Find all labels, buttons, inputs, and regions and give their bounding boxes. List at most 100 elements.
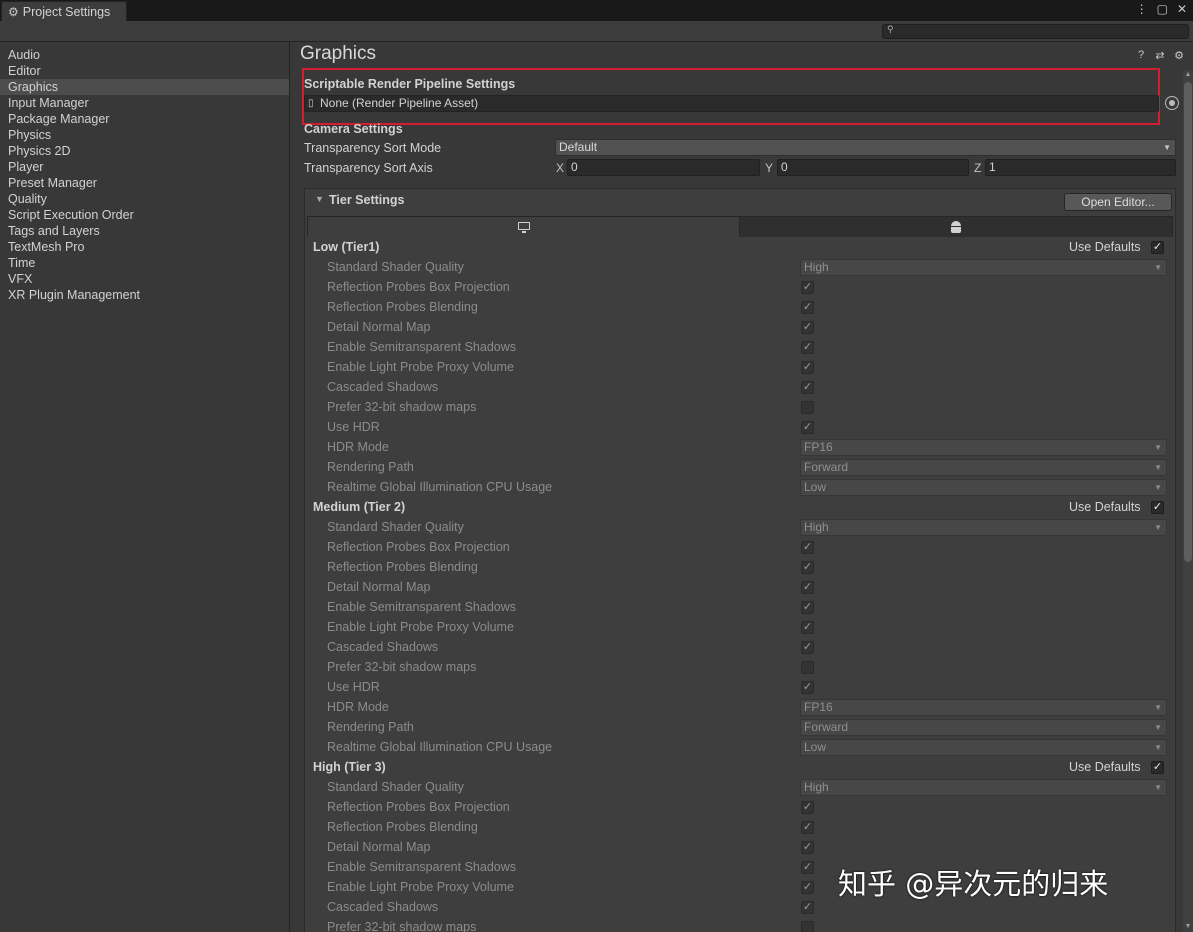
setting-checkbox[interactable]: ✓ (801, 321, 814, 334)
setting-checkbox[interactable]: ✓ (801, 641, 814, 654)
setting-dropdown[interactable]: Low ▼ (800, 739, 1167, 756)
setting-label: Use HDR (327, 420, 380, 434)
sidebar-item-package-manager[interactable]: Package Manager (0, 111, 289, 127)
sort-axis-label: Transparency Sort Axis (304, 161, 433, 175)
setting-checkbox[interactable]: ✓ (801, 801, 814, 814)
search-icon: ⚲ (887, 24, 894, 34)
chevron-down-icon: ▼ (1154, 783, 1162, 792)
sort-mode-dropdown[interactable]: Default ▼ (555, 139, 1176, 156)
sidebar-item-physics[interactable]: Physics (0, 127, 289, 143)
setting-checkbox[interactable]: ✓ (801, 281, 814, 294)
setting-checkbox[interactable]: ✓ (801, 561, 814, 574)
setting-dropdown[interactable]: Forward ▼ (800, 719, 1167, 736)
project-settings-tab[interactable]: ⚙ Project Settings (1, 1, 127, 22)
sidebar-item-player[interactable]: Player (0, 159, 289, 175)
setting-dropdown-value: Low (804, 740, 827, 754)
open-editor-button[interactable]: Open Editor... (1064, 193, 1172, 211)
setting-checkbox[interactable]: ✓ (801, 341, 814, 354)
kebab-menu-icon[interactable]: ⋮ (1136, 2, 1148, 16)
setting-checkbox[interactable]: ✓ (801, 381, 814, 394)
asset-file-icon: ▯ (308, 98, 314, 109)
presets-icon[interactable]: ⇄ (1154, 49, 1166, 62)
setting-dropdown[interactable]: High ▼ (800, 519, 1167, 536)
setting-dropdown[interactable]: Low ▼ (800, 479, 1167, 496)
foldout-arrow-icon[interactable]: ▼ (315, 194, 324, 204)
setting-checkbox[interactable]: ✓ (801, 821, 814, 834)
setting-checkbox[interactable]: ✓ (801, 601, 814, 614)
sidebar-item-preset-manager[interactable]: Preset Manager (0, 175, 289, 191)
setting-label: HDR Mode (327, 440, 389, 454)
sidebar-item-textmesh-pro[interactable]: TextMesh Pro (0, 239, 289, 255)
object-picker-icon[interactable] (1165, 96, 1179, 110)
help-icon[interactable]: ? (1135, 49, 1147, 62)
setting-label: Enable Light Probe Proxy Volume (327, 880, 514, 894)
sidebar-item-editor[interactable]: Editor (0, 63, 289, 79)
sidebar-item-input-manager[interactable]: Input Manager (0, 95, 289, 111)
setting-label: Enable Light Probe Proxy Volume (327, 360, 514, 374)
close-icon[interactable]: ✕ (1177, 2, 1187, 16)
tab-standalone[interactable] (307, 216, 740, 237)
setting-checkbox[interactable] (801, 401, 814, 414)
chevron-down-icon: ▼ (1163, 143, 1171, 152)
use-defaults-checkbox[interactable]: ✓ (1151, 501, 1164, 514)
scroll-thumb[interactable] (1184, 82, 1192, 562)
setting-checkbox[interactable]: ✓ (801, 581, 814, 594)
setting-checkbox[interactable]: ✓ (801, 901, 814, 914)
setting-checkbox[interactable]: ✓ (801, 541, 814, 554)
sidebar-item-audio[interactable]: Audio (0, 47, 289, 63)
setting-checkbox[interactable]: ✓ (801, 301, 814, 314)
setting-label: Cascaded Shadows (327, 380, 439, 394)
scroll-up-icon[interactable]: ▲ (1183, 70, 1193, 80)
setting-label: Enable Semitransparent Shadows (327, 860, 517, 874)
search-input[interactable] (899, 25, 1184, 38)
sidebar-item-tags-and-layers[interactable]: Tags and Layers (0, 223, 289, 239)
setting-checkbox[interactable]: ✓ (801, 361, 814, 374)
setting-dropdown[interactable]: High ▼ (800, 259, 1167, 276)
sidebar-item-vfx[interactable]: VFX (0, 271, 289, 287)
render-pipeline-asset-field[interactable]: ▯ None (Render Pipeline Asset) (304, 95, 1159, 112)
sidebar-item-quality[interactable]: Quality (0, 191, 289, 207)
sort-mode-value: Default (559, 140, 598, 154)
axis-x-field[interactable]: 0 (567, 159, 760, 176)
setting-checkbox[interactable]: ✓ (801, 841, 814, 854)
setting-dropdown-value: High (804, 260, 829, 274)
sidebar-item-xr-plugin-management[interactable]: XR Plugin Management (0, 287, 289, 303)
setting-dropdown[interactable]: FP16 ▼ (800, 699, 1167, 716)
use-defaults-label: Use Defaults (1069, 500, 1141, 514)
tier-settings-header[interactable]: ▼ Tier Settings Open Editor... (305, 189, 1175, 213)
setting-checkbox[interactable]: ✓ (801, 681, 814, 694)
sidebar-item-graphics[interactable]: Graphics (0, 79, 289, 95)
axis-z-field[interactable]: 1 (985, 159, 1176, 176)
setting-checkbox[interactable]: ✓ (801, 421, 814, 434)
setting-dropdown[interactable]: FP16 ▼ (800, 439, 1167, 456)
setting-checkbox[interactable]: ✓ (801, 861, 814, 874)
maximize-icon[interactable]: ▢ (1157, 2, 1168, 16)
sort-mode-label: Transparency Sort Mode (304, 141, 442, 155)
sidebar-item-physics-2d[interactable]: Physics 2D (0, 143, 289, 159)
setting-label: Rendering Path (327, 720, 414, 734)
sidebar-item-time[interactable]: Time (0, 255, 289, 271)
search-box[interactable]: ⚲ (882, 24, 1189, 39)
setting-label: Detail Normal Map (327, 320, 431, 334)
settings-gear-icon[interactable]: ⚙ (1173, 49, 1185, 62)
setting-label: Cascaded Shadows (327, 900, 439, 914)
vertical-scrollbar[interactable]: ▲ ▼ (1183, 70, 1193, 932)
setting-checkbox[interactable] (801, 921, 814, 932)
toolbar: ⚲ (0, 21, 1193, 42)
tab-android[interactable] (740, 216, 1173, 237)
setting-label: Enable Light Probe Proxy Volume (327, 620, 514, 634)
scroll-down-icon[interactable]: ▼ (1183, 922, 1193, 932)
chevron-down-icon: ▼ (1154, 523, 1162, 532)
axis-x-label: X (556, 161, 565, 175)
setting-checkbox[interactable]: ✓ (801, 621, 814, 634)
window-controls: ⋮ ▢ ✕ (1136, 2, 1187, 16)
use-defaults-checkbox[interactable]: ✓ (1151, 241, 1164, 254)
setting-dropdown[interactable]: Forward ▼ (800, 459, 1167, 476)
use-defaults-checkbox[interactable]: ✓ (1151, 761, 1164, 774)
sidebar-item-script-execution-order[interactable]: Script Execution Order (0, 207, 289, 223)
setting-checkbox[interactable] (801, 661, 814, 674)
setting-dropdown-value: High (804, 780, 829, 794)
setting-checkbox[interactable]: ✓ (801, 881, 814, 894)
setting-dropdown[interactable]: High ▼ (800, 779, 1167, 796)
axis-y-field[interactable]: 0 (777, 159, 969, 176)
